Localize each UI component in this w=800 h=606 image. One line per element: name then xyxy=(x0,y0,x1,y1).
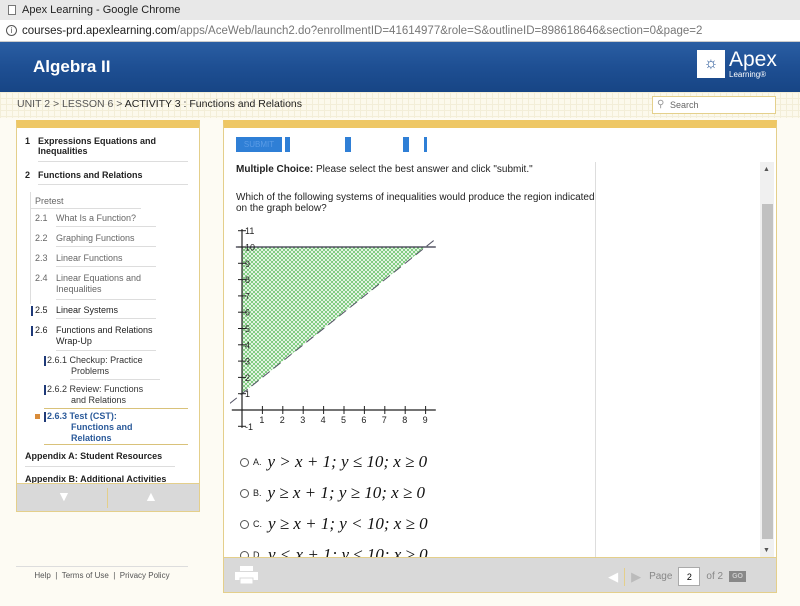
inequality-graph: 1 2 3 4 5 6 7 8 9 -1 1 2 3 4 5 6 7 8 9 10 11 xyxy=(230,226,437,432)
logo-name: Apex xyxy=(729,48,777,71)
help-link[interactable]: Help xyxy=(34,571,50,580)
breadcrumb: UNIT 2 > LESSON 6 > ACTIVITY 3 : Functio… xyxy=(17,98,302,110)
y-tick-label: 8 xyxy=(245,275,250,285)
terms-link[interactable]: Terms of Use xyxy=(62,571,109,580)
activity-footer: ◀ ▶ Page of 2 GO xyxy=(224,557,776,592)
x-tick-label: 3 xyxy=(300,415,305,425)
radio-b[interactable] xyxy=(240,488,249,498)
search-placeholder: Search xyxy=(670,100,699,110)
x-tick-label: 5 xyxy=(341,415,346,425)
apex-logo: ☼ Apex Learning® xyxy=(697,48,777,79)
y-tick-label: 2 xyxy=(245,373,250,383)
toolbar-marker xyxy=(403,137,409,152)
toolbar-marker xyxy=(285,137,290,152)
apex-logo-icon: ☼ xyxy=(697,50,725,78)
submit-button[interactable]: SUBMIT xyxy=(236,137,282,152)
url-path: /apps/AceWeb/launch2.do?enrollmentID=416… xyxy=(176,24,703,37)
y-tick-label: 1 xyxy=(245,389,250,399)
y-tick-label: 7 xyxy=(245,291,250,301)
url-host: courses-prd.apexlearning.com xyxy=(22,24,177,37)
instructions: Multiple Choice: Please select the best … xyxy=(236,164,533,175)
activity-2-6-3[interactable]: 2.6.3 Test (CST): Functions and Relations xyxy=(47,411,133,444)
toolbar-marker xyxy=(345,137,351,152)
lesson-2-2[interactable]: 2.2 Graphing Functions xyxy=(35,233,135,243)
lesson-2-5[interactable]: 2.5 Linear Systems xyxy=(35,305,118,315)
window-title: Apex Learning - Google Chrome xyxy=(22,4,181,16)
lesson-marker-icon xyxy=(31,326,33,336)
activity-panel: SUBMIT Multiple Choice: Please select th… xyxy=(223,120,777,593)
info-icon[interactable]: i xyxy=(6,25,17,36)
y-tick-label: 4 xyxy=(245,340,250,350)
page-total: of 2 xyxy=(706,571,724,582)
scroll-down-icon[interactable]: ▼ xyxy=(763,547,770,554)
search-icon: ⚲ xyxy=(657,99,665,110)
breadcrumb-path[interactable]: UNIT 2 > LESSON 6 > xyxy=(17,98,125,110)
activity-marker-icon xyxy=(44,412,46,422)
question-text: Which of the following systems of inequa… xyxy=(236,192,595,214)
footer-links: Help | Terms of Use | Privacy Policy xyxy=(16,566,188,580)
radio-a[interactable] xyxy=(240,457,249,467)
toolbar-marker xyxy=(424,137,427,152)
question-content: Multiple Choice: Please select the best … xyxy=(224,162,596,558)
next-page-icon[interactable]: ▶ xyxy=(631,569,641,585)
scrollbar-thumb[interactable] xyxy=(762,204,773,539)
page-input[interactable] xyxy=(678,567,701,586)
sidebar-footer: ▼ ▲ xyxy=(17,483,199,511)
course-outline-sidebar: 1 Expressions Equations and Inequalities … xyxy=(16,120,200,512)
lesson-2-1[interactable]: 2.1 What Is a Function? xyxy=(35,213,136,223)
address-bar[interactable]: i courses-prd.apexlearning.com /apps/Ace… xyxy=(0,20,800,42)
arrow-up-icon[interactable]: ▲ xyxy=(144,488,158,504)
browser-titlebar: Apex Learning - Google Chrome xyxy=(0,0,800,20)
x-tick-label: 2 xyxy=(280,415,285,425)
lesson-2-4[interactable]: 2.4 Linear Equations and Inequalities xyxy=(35,273,141,295)
y-tick-label: 5 xyxy=(245,324,250,334)
search-input[interactable]: ⚲ Search xyxy=(652,96,776,114)
lesson-marker-icon xyxy=(31,306,33,316)
appendix-a[interactable]: Appendix A: Student Resources xyxy=(25,451,162,461)
breadcrumb-current: ACTIVITY 3 : Functions and Relations xyxy=(124,98,303,110)
content-scrollbar[interactable]: ▲ ▼ xyxy=(760,162,774,558)
unit-2[interactable]: 2 Functions and Relations xyxy=(25,170,143,180)
printer-icon[interactable] xyxy=(235,566,258,584)
y-tick-label: 11 xyxy=(245,226,254,236)
prev-page-icon[interactable]: ◀ xyxy=(608,569,618,585)
scroll-up-icon[interactable]: ▲ xyxy=(763,166,770,173)
pretest[interactable]: Pretest xyxy=(35,196,64,206)
course-title: Algebra II xyxy=(33,57,111,76)
activity-marker-icon xyxy=(44,385,46,395)
choice-a[interactable]: A. y > x + 1; y ≤ 10; x ≥ 0 xyxy=(240,452,427,472)
current-indicator-icon xyxy=(35,414,40,419)
page-label: Page xyxy=(649,571,673,582)
activity-2-6-1[interactable]: 2.6.1 Checkup: Practice Problems xyxy=(47,355,143,377)
lesson-2-6[interactable]: 2.6 Functions and Relations Wrap-Up xyxy=(35,325,153,347)
lesson-2-3[interactable]: 2.3 Linear Functions xyxy=(35,253,123,263)
x-tick-label: 6 xyxy=(361,415,366,425)
choice-b[interactable]: B. y ≥ x + 1; y ≥ 10; x ≥ 0 xyxy=(240,483,425,503)
activity-2-6-2[interactable]: 2.6.2 Review: Functions and Relations xyxy=(47,384,143,406)
x-tick-label: 1 xyxy=(259,415,264,425)
logo-sub: Learning® xyxy=(729,70,767,79)
y-tick-label: 3 xyxy=(245,357,250,367)
go-button[interactable]: GO xyxy=(729,571,746,582)
pager: ◀ ▶ Page of 2 GO xyxy=(608,567,746,586)
activity-marker-icon xyxy=(44,356,46,366)
arrow-down-icon[interactable]: ▼ xyxy=(57,488,71,504)
privacy-link[interactable]: Privacy Policy xyxy=(120,571,170,580)
x-tick-label: 4 xyxy=(321,415,326,425)
choice-c[interactable]: C. y ≥ x + 1; y < 10; x ≥ 0 xyxy=(240,514,428,534)
x-tick-label: 9 xyxy=(423,415,428,425)
x-tick-label: 7 xyxy=(382,415,387,425)
y-tick-label: 6 xyxy=(245,308,250,318)
radio-c[interactable] xyxy=(240,519,249,529)
course-header: Algebra II ☼ Apex Learning® xyxy=(0,42,800,92)
x-tick-label: 8 xyxy=(402,415,407,425)
y-tick-label: 9 xyxy=(245,259,250,269)
unit-1[interactable]: 1 Expressions Equations and Inequalities xyxy=(25,136,156,156)
y-tick-label: -1 xyxy=(245,422,253,432)
page-icon xyxy=(8,5,16,15)
y-tick-label: 10 xyxy=(245,243,255,253)
